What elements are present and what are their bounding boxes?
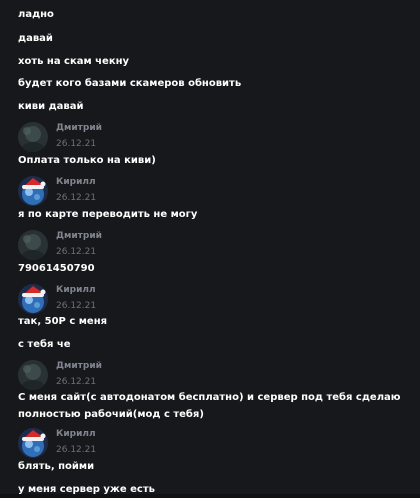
message-text: Оплата только на киви)	[18, 155, 156, 166]
santa-hat-avatar[interactable]	[18, 428, 48, 458]
message-text: киви давай	[18, 101, 84, 112]
message-text: давай	[18, 33, 53, 44]
dark-avatar[interactable]	[18, 122, 48, 152]
message-text: С меня сайт(с автодонатом бесплатно) и с…	[18, 392, 401, 420]
dark-avatar[interactable]	[18, 360, 48, 390]
author-name[interactable]: Дмитрий	[56, 360, 102, 372]
message-date: 26.12.21	[56, 377, 97, 387]
author-name[interactable]: Дмитрий	[56, 230, 102, 242]
message-text: так, 50Р с меня	[18, 316, 108, 327]
message-text: 79061450790	[18, 263, 95, 274]
message-date: 26.12.21	[56, 445, 97, 455]
santa-hat-avatar[interactable]	[18, 176, 48, 206]
message-date: 26.12.21	[56, 301, 97, 311]
author-name[interactable]: Кирилл	[56, 428, 96, 440]
dark-avatar[interactable]	[18, 230, 48, 260]
message-date: 26.12.21	[56, 247, 97, 257]
author-name[interactable]: Кирилл	[56, 176, 96, 188]
message-text: с тебя че	[18, 339, 71, 350]
message-date: 26.12.21	[56, 139, 97, 149]
santa-hat-avatar[interactable]	[18, 284, 48, 314]
message-text: будет кого базами скамеров обновить	[18, 78, 242, 89]
author-name[interactable]: Кирилл	[56, 284, 96, 296]
bottom-edge	[0, 494, 420, 498]
message-text: я по карте переводить не могу	[18, 209, 198, 220]
message-text: ладно	[18, 9, 54, 20]
chat-log: ладно давай хоть на скам чекну будет ког…	[0, 0, 420, 498]
author-name[interactable]: Дмитрий	[56, 122, 102, 134]
message-text: хоть на скам чекну	[18, 56, 130, 67]
message-text: блять, пойми	[18, 461, 95, 472]
message-date: 26.12.21	[56, 193, 97, 203]
